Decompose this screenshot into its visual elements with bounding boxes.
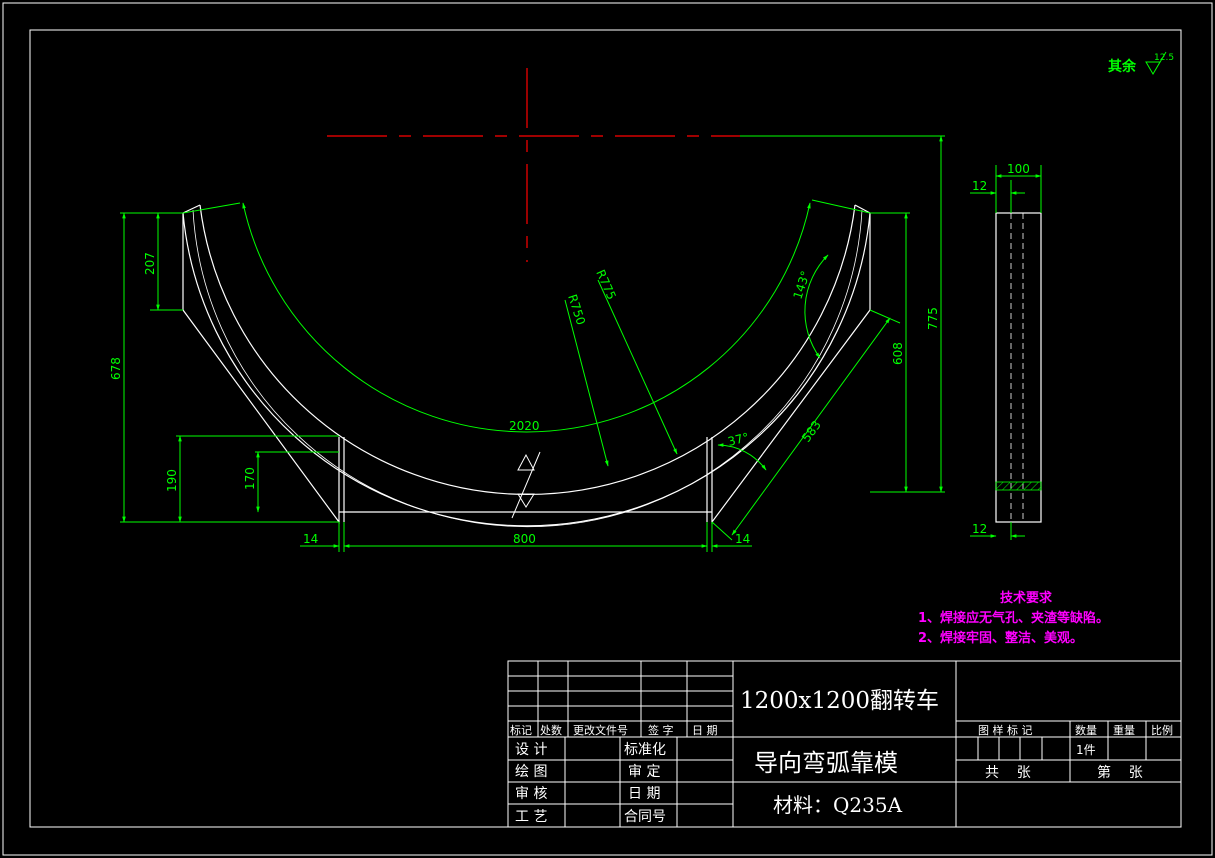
rev-header-4: 日 期 (692, 724, 718, 737)
dim-14-left: 14 (303, 532, 318, 546)
dim-2020: 2020 (509, 419, 540, 433)
front-view-geometry (182, 204, 871, 528)
row-standard-label: 标准化 (624, 742, 666, 758)
arc-inner-line (192, 209, 863, 528)
rev-header-2: 更改文件号 (573, 723, 628, 737)
technical-requirements: 技术要求 1、焊接应无气孔、夹渣等缺陷。 2、焊接牢固、整洁、美观。 (918, 590, 1109, 646)
cad-drawing-canvas: 其余 12.5 207 678 190 170 14 800 14 2020 R… (2, 2, 1213, 856)
quantity-value: 1件 (1076, 743, 1096, 757)
right-header-2: 重量 (1113, 723, 1135, 737)
dim-583: 583 (799, 418, 824, 445)
rev-header-0: 标记 (510, 723, 532, 737)
row-contract-label: 合同号 (624, 809, 666, 825)
rev-header-1: 处数 (540, 724, 562, 737)
dim-800: 800 (513, 532, 536, 546)
dim-12-top: 12 (972, 179, 987, 193)
weld-hatch (995, 481, 1042, 491)
row-process-label: 工 艺 (515, 809, 547, 825)
row-check-label: 审 核 (515, 786, 547, 802)
row-date-label: 日 期 (628, 786, 660, 802)
right-header-1: 数量 (1075, 724, 1097, 737)
row-design-label: 设 计 (515, 742, 547, 758)
side-view: 100 12 12 (970, 162, 1042, 540)
dim-r775: R775 (593, 268, 619, 302)
right-header-0: 图 样 标 记 (978, 723, 1033, 737)
sheet-number: 第 张 (1097, 764, 1143, 781)
right-bracket (711, 213, 871, 524)
dim-14-right: 14 (735, 532, 750, 546)
dim-775: 775 (926, 307, 940, 330)
tech-req-item-1: 1、焊接应无气孔、夹渣等缺陷。 (918, 610, 1109, 626)
tech-req-title: 技术要求 (1000, 590, 1053, 606)
surface-finish-value: 12.5 (1154, 53, 1174, 63)
dim-100: 100 (1007, 162, 1030, 176)
row-drawing-label: 绘 图 (515, 764, 547, 780)
inner-frame (29, 29, 1182, 828)
rev-header-3: 签 字 (648, 723, 674, 737)
inner-arc (199, 204, 856, 496)
surface-finish-label: 其余 (1108, 58, 1137, 75)
dim-r750: R750 (565, 293, 588, 327)
outer-arc (182, 212, 871, 527)
weld-symbol (511, 451, 541, 519)
sheet-total: 共 张 (985, 765, 1031, 781)
dim-12-bottom: 12 (972, 522, 987, 536)
centerlines (327, 68, 740, 262)
material: 材料：Q235A (773, 793, 903, 817)
part-name: 导向弯弧靠模 (754, 749, 898, 777)
row-approve-label: 审 定 (628, 764, 660, 780)
tech-req-item-2: 2、焊接牢固、整洁、美观。 (918, 630, 1083, 646)
right-header-3: 比例 (1151, 723, 1173, 737)
project-title: 1200x1200翻转车 (740, 688, 939, 714)
dim-608: 608 (891, 342, 905, 365)
surface-finish-mark: 其余 12.5 (1108, 51, 1174, 75)
dimension-texts: 207 678 190 170 14 800 14 2020 R750 R775… (109, 252, 940, 546)
dim-207: 207 (143, 252, 157, 275)
side-view-outline (995, 212, 1042, 523)
dim-190: 190 (165, 469, 179, 492)
dim-678: 678 (109, 357, 123, 380)
dim-170: 170 (243, 467, 257, 490)
